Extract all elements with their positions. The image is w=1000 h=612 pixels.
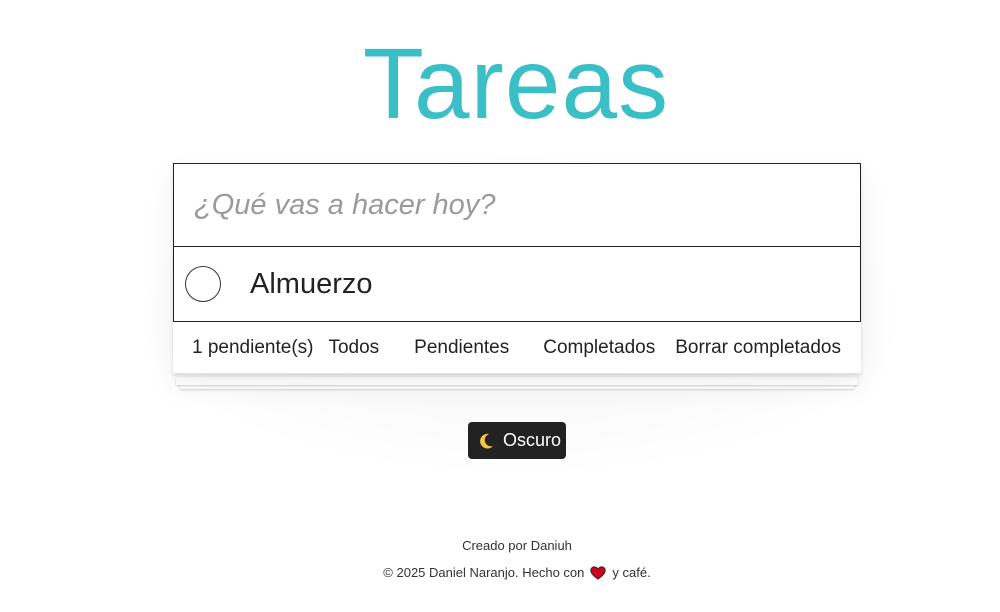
copyright-suffix: y café.	[612, 565, 651, 580]
credits-copyright: © 2025 Daniel Naranjo. Hecho con y café.	[0, 565, 1000, 580]
filter-all[interactable]: Todos	[328, 337, 379, 359]
todo-label[interactable]: Almuerzo	[250, 268, 373, 301]
moon-icon	[480, 433, 494, 449]
theme-toggle-button[interactable]: Oscuro	[468, 422, 566, 459]
todo-item: Almuerzo	[173, 247, 861, 322]
credits-author: Creado por Daniuh	[462, 538, 572, 553]
todo-card: Almuerzo 1 pendiente(s) Todos Pendientes…	[173, 163, 861, 374]
pending-count: 1 pendiente(s)	[192, 336, 314, 358]
filter-completed[interactable]: Completados	[543, 337, 655, 359]
theme-toggle-label: Oscuro	[503, 430, 562, 450]
clear-completed-button[interactable]: Borrar completados	[675, 337, 841, 359]
toggle-complete-checkbox[interactable]	[185, 266, 221, 302]
page-title: Tareas	[362, 28, 670, 140]
new-todo-input[interactable]	[173, 163, 861, 247]
todo-footer: 1 pendiente(s) Todos Pendientes Completa…	[173, 322, 861, 374]
page: Tareas Almuerzo 1 pendiente(s) Todos Pen…	[0, 0, 1000, 612]
copyright-text: © 2025 Daniel Naranjo. Hecho con	[383, 565, 585, 580]
filter-pending[interactable]: Pendientes	[414, 337, 509, 359]
stack-shadow	[176, 377, 858, 385]
heart-icon	[590, 565, 607, 580]
todo-app: Almuerzo 1 pendiente(s) Todos Pendientes…	[173, 163, 861, 389]
